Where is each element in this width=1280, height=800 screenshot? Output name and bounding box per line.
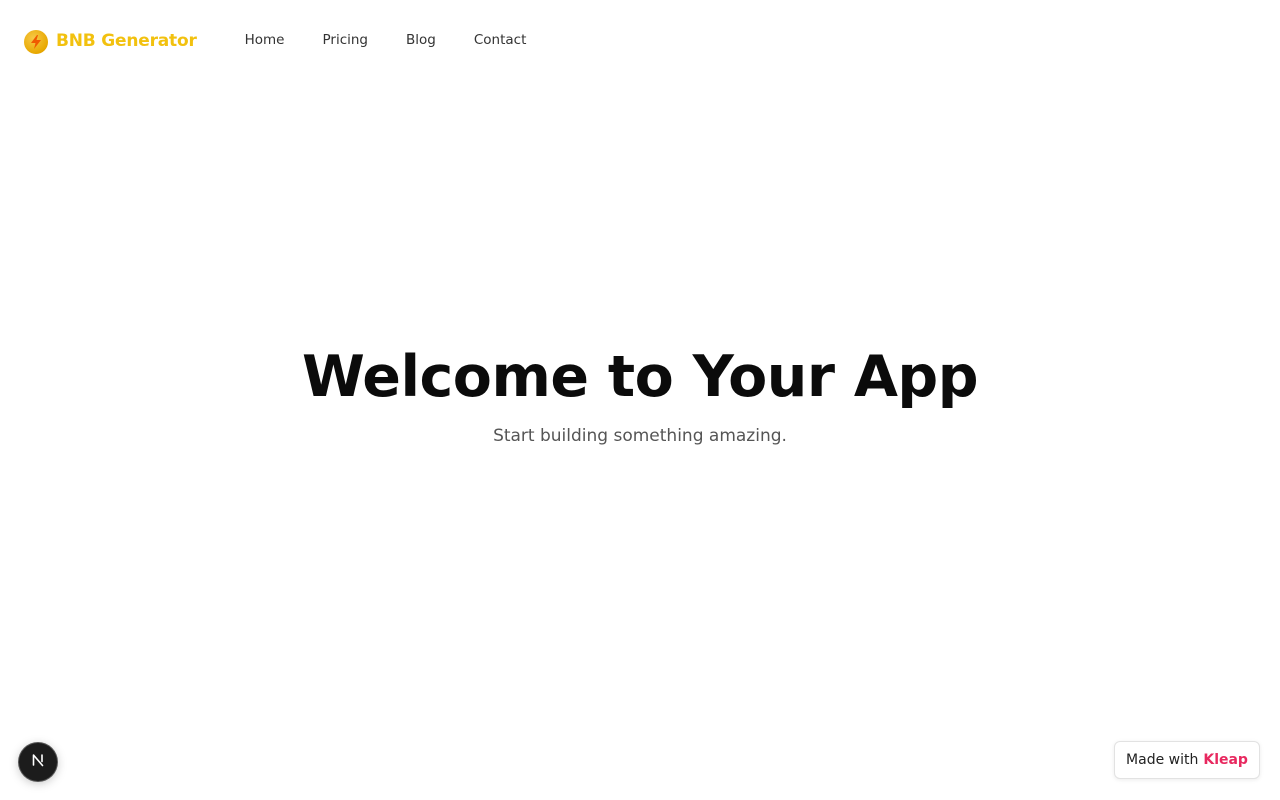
nextjs-n-icon <box>30 752 46 772</box>
hero-title: Welcome to Your App <box>301 344 979 410</box>
kleap-brand-label: Kleap <box>1203 752 1248 768</box>
hero-section: Welcome to Your App Start building somet… <box>0 340 1280 446</box>
navbar: BNB Generator Home Pricing Blog Contact <box>0 0 1280 82</box>
made-with-label: Made with <box>1126 752 1199 768</box>
nav-link-contact[interactable]: Contact <box>474 32 527 48</box>
brand-logo-link[interactable]: BNB Generator <box>24 28 197 54</box>
nav-link-pricing[interactable]: Pricing <box>323 32 369 48</box>
nav-link-home[interactable]: Home <box>245 32 285 48</box>
page: BNB Generator Home Pricing Blog Contact … <box>0 0 1280 800</box>
made-with-kleap-badge[interactable]: Made with Kleap <box>1114 741 1260 779</box>
hero-subtitle: Start building something amazing. <box>493 426 787 446</box>
main-nav: Home Pricing Blog Contact <box>245 32 565 48</box>
lightning-bolt-icon <box>24 30 48 54</box>
nav-link-blog[interactable]: Blog <box>406 32 436 48</box>
dev-tools-button[interactable] <box>19 743 57 781</box>
brand-name: BNB Generator <box>56 31 197 51</box>
